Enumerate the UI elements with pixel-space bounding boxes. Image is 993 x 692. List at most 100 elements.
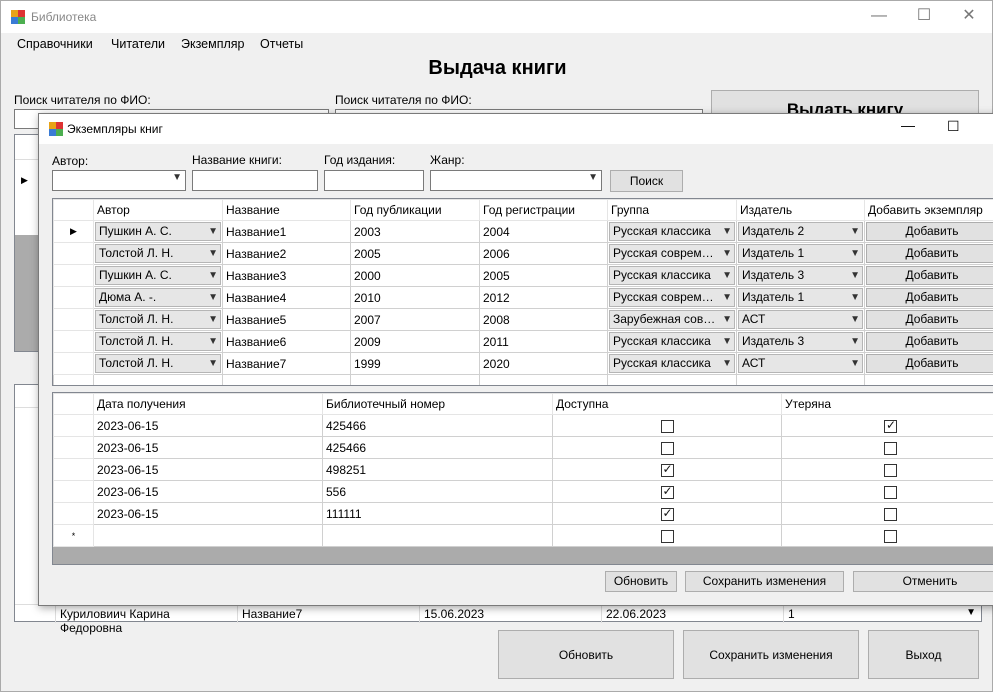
table-cell[interactable] xyxy=(607,374,737,385)
table-cell[interactable]: Добавить xyxy=(864,264,993,287)
table-cell[interactable]: Зарубежная современная▼ xyxy=(607,308,737,331)
add-copy-button[interactable]: Добавить xyxy=(866,354,993,373)
column-header[interactable]: Автор xyxy=(93,199,223,221)
table-cell[interactable]: Добавить xyxy=(864,286,993,309)
table-cell[interactable]: Толстой Л. Н. ▼ xyxy=(93,242,223,265)
cell-select[interactable]: Толстой Л. Н. ▼ xyxy=(95,244,221,263)
cell-select[interactable]: Издатель 1 ▼ xyxy=(738,244,863,263)
cell-select[interactable]: Толстой Л. Н. ▼ xyxy=(95,310,221,329)
menu-item-copy[interactable]: Экземпляр xyxy=(181,37,245,51)
table-cell[interactable]: Издатель 3 ▼ xyxy=(736,264,865,287)
table-cell[interactable]: Название6 xyxy=(222,330,351,353)
cell-number[interactable] xyxy=(322,524,553,547)
genre-filter-select[interactable]: ▼ xyxy=(430,170,602,191)
column-header[interactable]: Год публикации xyxy=(350,199,480,221)
cell-select[interactable]: Русская классика ▼ xyxy=(609,332,735,351)
table-row[interactable]: Толстой Л. Н. ▼ Название6 2009 2011 Русская к… xyxy=(53,330,993,353)
cell-date[interactable]: 2023-06-15 xyxy=(93,436,323,459)
cell-available[interactable] xyxy=(552,436,782,459)
cell-select[interactable]: Издатель 1 ▼ xyxy=(738,288,863,307)
table-cell[interactable]: Издатель 1 ▼ xyxy=(736,286,865,309)
table-cell[interactable]: 2005 xyxy=(350,242,480,265)
cell-available[interactable] xyxy=(552,458,782,481)
table-row[interactable]: ▶ Пушкин А. С. ▼ Название1 2003 2004 Русская к… xyxy=(53,220,993,243)
table-cell[interactable]: Русская классика ▼ xyxy=(607,352,737,375)
column-header[interactable]: Издатель xyxy=(736,199,865,221)
table-row[interactable]: Куриловиич Карина Федоровна Название7 15… xyxy=(15,604,981,635)
table-cell[interactable]: Издатель 1 ▼ xyxy=(736,242,865,265)
add-copy-button[interactable]: Добавить xyxy=(866,244,993,263)
books-grid[interactable]: Автор Название Год публикации Год регистрац… xyxy=(52,198,993,386)
table-cell[interactable]: Пушкин А. С. ▼ xyxy=(93,220,223,243)
column-header[interactable]: Дата получения xyxy=(93,393,323,415)
save-changes-button[interactable]: Сохранить изменения xyxy=(683,630,859,679)
checkbox[interactable] xyxy=(660,462,674,477)
cell-lost[interactable] xyxy=(781,502,993,525)
table-cell[interactable]: Русская современная ▼ xyxy=(607,242,737,265)
checkbox[interactable] xyxy=(660,529,674,543)
cell-select[interactable]: Толстой Л. Н. ▼ xyxy=(95,354,221,373)
table-cell[interactable]: Добавить xyxy=(864,220,993,243)
menu-item-readers[interactable]: Читатели xyxy=(111,37,165,51)
table-cell[interactable]: 2007 xyxy=(350,308,480,331)
author-filter-select[interactable]: ▼ xyxy=(52,170,186,191)
cell-available[interactable] xyxy=(552,502,782,525)
table-row[interactable]: 2023-06-15 556 xyxy=(53,480,993,503)
table-cell[interactable]: Название5 xyxy=(222,308,351,331)
exit-button[interactable]: Выход xyxy=(868,630,979,679)
menu-item-reports[interactable]: Отчеты xyxy=(260,37,303,51)
row-header[interactable] xyxy=(53,242,94,265)
checkbox[interactable] xyxy=(884,529,897,543)
cell-select[interactable]: Издатель 3 ▼ xyxy=(738,332,863,351)
cell-lost[interactable] xyxy=(781,458,993,481)
table-row[interactable]: Толстой Л. Н. ▼ Название2 2005 2006 Русская с… xyxy=(53,242,993,265)
refresh-button[interactable]: Обновить xyxy=(498,630,674,679)
cell-select[interactable]: Дюма А. -. ▼ xyxy=(95,288,221,307)
cell-number[interactable]: 425466 xyxy=(322,414,553,437)
table-cell[interactable]: Русская классика ▼ xyxy=(607,264,737,287)
table-cell[interactable]: Название7 xyxy=(222,352,351,375)
cell-select[interactable]: Русская классика ▼ xyxy=(609,222,735,241)
checkbox[interactable] xyxy=(884,418,897,433)
cell-number[interactable]: 556 xyxy=(322,480,553,503)
cell-select[interactable]: АСТ ▼ xyxy=(738,354,863,373)
maximize-icon[interactable]: ☐ xyxy=(901,1,947,33)
cell-select[interactable]: Русская современная ▼ xyxy=(609,244,735,263)
table-cell[interactable]: Название1 xyxy=(222,220,351,243)
column-header[interactable]: Утеряна xyxy=(781,393,993,415)
table-cell[interactable]: Толстой Л. Н. ▼ xyxy=(93,352,223,375)
table-cell[interactable] xyxy=(222,374,351,385)
year-filter-input[interactable] xyxy=(324,170,424,191)
cell-available[interactable] xyxy=(552,480,782,503)
row-header[interactable] xyxy=(53,352,94,375)
checkbox[interactable] xyxy=(884,441,897,455)
table-row[interactable]: Толстой Л. Н. ▼ Название5 2007 2008 Зарубежна… xyxy=(53,308,993,331)
cell-lost[interactable] xyxy=(781,480,993,503)
cell-date[interactable] xyxy=(93,524,323,547)
cell-lost[interactable] xyxy=(781,436,993,459)
table-cell[interactable]: Толстой Л. Н. ▼ xyxy=(93,330,223,353)
table-cell[interactable]: 2004 xyxy=(479,220,608,243)
table-cell[interactable]: АСТ ▼ xyxy=(736,352,865,375)
new-row[interactable] xyxy=(53,374,993,385)
cell-select[interactable]: Зарубежная современная▼ xyxy=(609,310,735,329)
cell-select[interactable]: Пушкин А. С. ▼ xyxy=(95,266,221,285)
cell-copy[interactable]: 1 ▼ xyxy=(783,605,979,623)
chevron-down-icon[interactable]: ▼ xyxy=(966,607,976,618)
table-cell[interactable]: 2009 xyxy=(350,330,480,353)
row-header[interactable] xyxy=(53,458,94,481)
column-header[interactable]: Доступна xyxy=(552,393,782,415)
menu-item-references[interactable]: Справочники xyxy=(17,37,93,51)
table-cell[interactable]: Русская классика ▼ xyxy=(607,220,737,243)
cell-lost[interactable] xyxy=(781,414,993,437)
table-cell[interactable]: 2011 xyxy=(479,330,608,353)
maximize-icon[interactable]: ☐ xyxy=(947,118,960,135)
minimize-icon[interactable]: — xyxy=(901,117,915,133)
column-header[interactable]: Название xyxy=(222,199,351,221)
column-header[interactable]: Год регистрации xyxy=(479,199,608,221)
row-header[interactable] xyxy=(53,414,94,437)
cell-date[interactable]: 2023-06-15 xyxy=(93,414,323,437)
table-cell[interactable]: 2012 xyxy=(479,286,608,309)
minimize-icon[interactable]: — xyxy=(856,1,902,33)
table-cell[interactable]: Название4 xyxy=(222,286,351,309)
